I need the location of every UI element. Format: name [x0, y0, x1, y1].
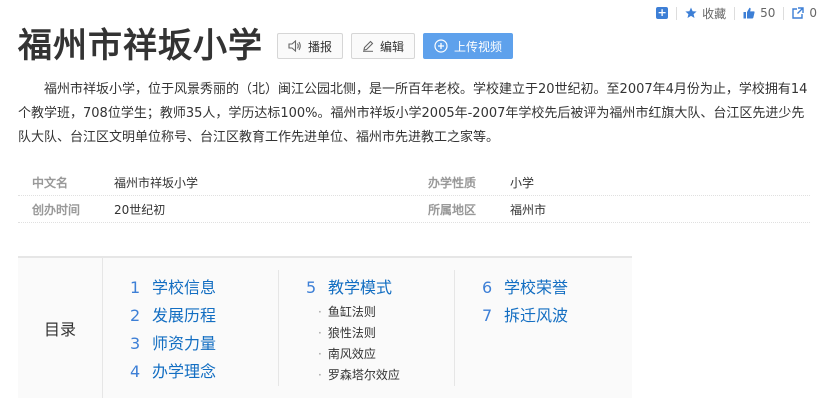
catalog-column-3: 6 学校荣誉 7 拆迁风波 — [482, 274, 568, 330]
catalog-item[interactable]: 4 办学理念 — [130, 358, 216, 386]
upload-video-button[interactable]: 上传视频 — [423, 33, 514, 59]
info-value-region: 福州市 — [510, 202, 547, 217]
bullet-dot: · — [318, 347, 322, 361]
catalog-item[interactable]: 1 学校信息 — [130, 274, 216, 302]
summary-paragraph: 福州市祥坂小学，位于风景秀丽的（北）闽江公园北侧，是一所百年老校。学校建立于20… — [18, 82, 808, 145]
catalog-item-link[interactable]: 拆迁风波 — [504, 306, 568, 325]
catalog-item-number: 1 — [130, 278, 141, 297]
plus-icon: + — [656, 6, 669, 19]
catalog-item-link[interactable]: 学校荣誉 — [504, 278, 568, 297]
column-divider — [278, 270, 279, 386]
star-icon — [685, 7, 697, 18]
catalog-column-1: 1 学校信息 2 发展历程 3 师资力量 4 办学理念 — [130, 274, 216, 386]
catalog-item-number: 3 — [130, 334, 141, 353]
catalog-subitem[interactable]: · 狼性法则 — [306, 323, 400, 344]
catalog-subitem-link[interactable]: 罗森塔尔效应 — [328, 368, 400, 382]
title-row: 福州市祥坂小学 播报 编辑 上传视频 — [18, 26, 521, 66]
catalog-item-link[interactable]: 师资力量 — [152, 334, 216, 353]
column-divider — [454, 270, 455, 386]
broadcast-button[interactable]: 播报 — [277, 33, 344, 59]
add-button[interactable]: + — [648, 7, 676, 19]
edit-button[interactable]: 编辑 — [351, 33, 416, 59]
speaker-icon — [288, 40, 301, 52]
catalog-item-number: 4 — [130, 362, 141, 381]
info-row: 中文名 福州市祥坂小学 办学性质 小学 — [18, 169, 810, 196]
catalog-item-number: 7 — [482, 306, 493, 325]
info-row: 创办时间 20世纪初 所属地区 福州市 — [18, 196, 810, 223]
share-button[interactable]: 0 — [784, 6, 825, 20]
catalog-subitem[interactable]: · 罗森塔尔效应 — [306, 365, 400, 386]
info-key-region: 所属地区 — [428, 202, 477, 217]
catalog-subitem-link[interactable]: 鱼缸法则 — [328, 305, 376, 319]
basic-info-table: 中文名 福州市祥坂小学 办学性质 小学 创办时间 20世纪初 所属地区 福州市 — [18, 169, 810, 223]
like-button[interactable]: 50 — [735, 6, 783, 20]
info-key-chinese-name: 中文名 — [32, 175, 69, 190]
info-key-school-type: 办学性质 — [428, 175, 477, 190]
info-value-chinese-name: 福州市祥坂小学 — [114, 175, 199, 190]
catalog-item-number: 6 — [482, 278, 493, 297]
catalog-item[interactable]: 3 师资力量 — [130, 330, 216, 358]
catalog-subitem-link[interactable]: 南风效应 — [328, 347, 376, 361]
catalog-item-number: 2 — [130, 306, 141, 325]
info-value-school-type: 小学 — [510, 175, 535, 190]
info-key-founded: 创办时间 — [32, 202, 81, 217]
catalog-item[interactable]: 6 学校荣誉 — [482, 274, 568, 302]
top-action-bar: + 收藏 50 0 — [648, 4, 825, 22]
info-value-founded: 20世纪初 — [114, 202, 166, 217]
catalog-item[interactable]: 5 教学模式 — [306, 274, 400, 302]
favorite-button[interactable]: 收藏 — [677, 5, 734, 22]
bullet-dot: · — [318, 368, 322, 382]
catalog: 目录 1 学校信息 2 发展历程 3 师资力量 4 办学理念 5 教学模式 · 鱼缸法则 ·… — [18, 256, 632, 398]
bullet-dot: · — [318, 326, 322, 340]
broadcast-label: 播报 — [308, 39, 333, 54]
upload-video-label: 上传视频 — [454, 39, 503, 54]
share-count: 0 — [809, 6, 817, 20]
catalog-item-number: 5 — [306, 278, 317, 297]
edit-label: 编辑 — [380, 39, 405, 54]
page-title: 福州市祥坂小学 — [18, 26, 263, 66]
pencil-icon — [363, 40, 374, 52]
bullet-dot: · — [318, 305, 322, 319]
catalog-subitem-link[interactable]: 狼性法则 — [328, 326, 376, 340]
plus-circle-icon — [434, 39, 448, 53]
catalog-item-link[interactable]: 发展历程 — [152, 306, 216, 325]
catalog-subitem[interactable]: · 鱼缸法则 — [306, 302, 400, 323]
catalog-subitem[interactable]: · 南风效应 — [306, 344, 400, 365]
catalog-label: 目录 — [18, 258, 103, 398]
catalog-item-link[interactable]: 教学模式 — [328, 278, 392, 297]
catalog-item-link[interactable]: 办学理念 — [152, 362, 216, 381]
catalog-item-link[interactable]: 学校信息 — [152, 278, 216, 297]
like-count: 50 — [760, 6, 776, 20]
catalog-item[interactable]: 2 发展历程 — [130, 302, 216, 330]
share-icon — [792, 7, 805, 19]
catalog-item[interactable]: 7 拆迁风波 — [482, 302, 568, 330]
catalog-column-2: 5 教学模式 · 鱼缸法则 · 狼性法则 · 南风效应 · 罗森塔尔效应 — [306, 274, 400, 386]
thumbs-up-icon — [743, 7, 755, 19]
favorite-label: 收藏 — [702, 6, 727, 21]
